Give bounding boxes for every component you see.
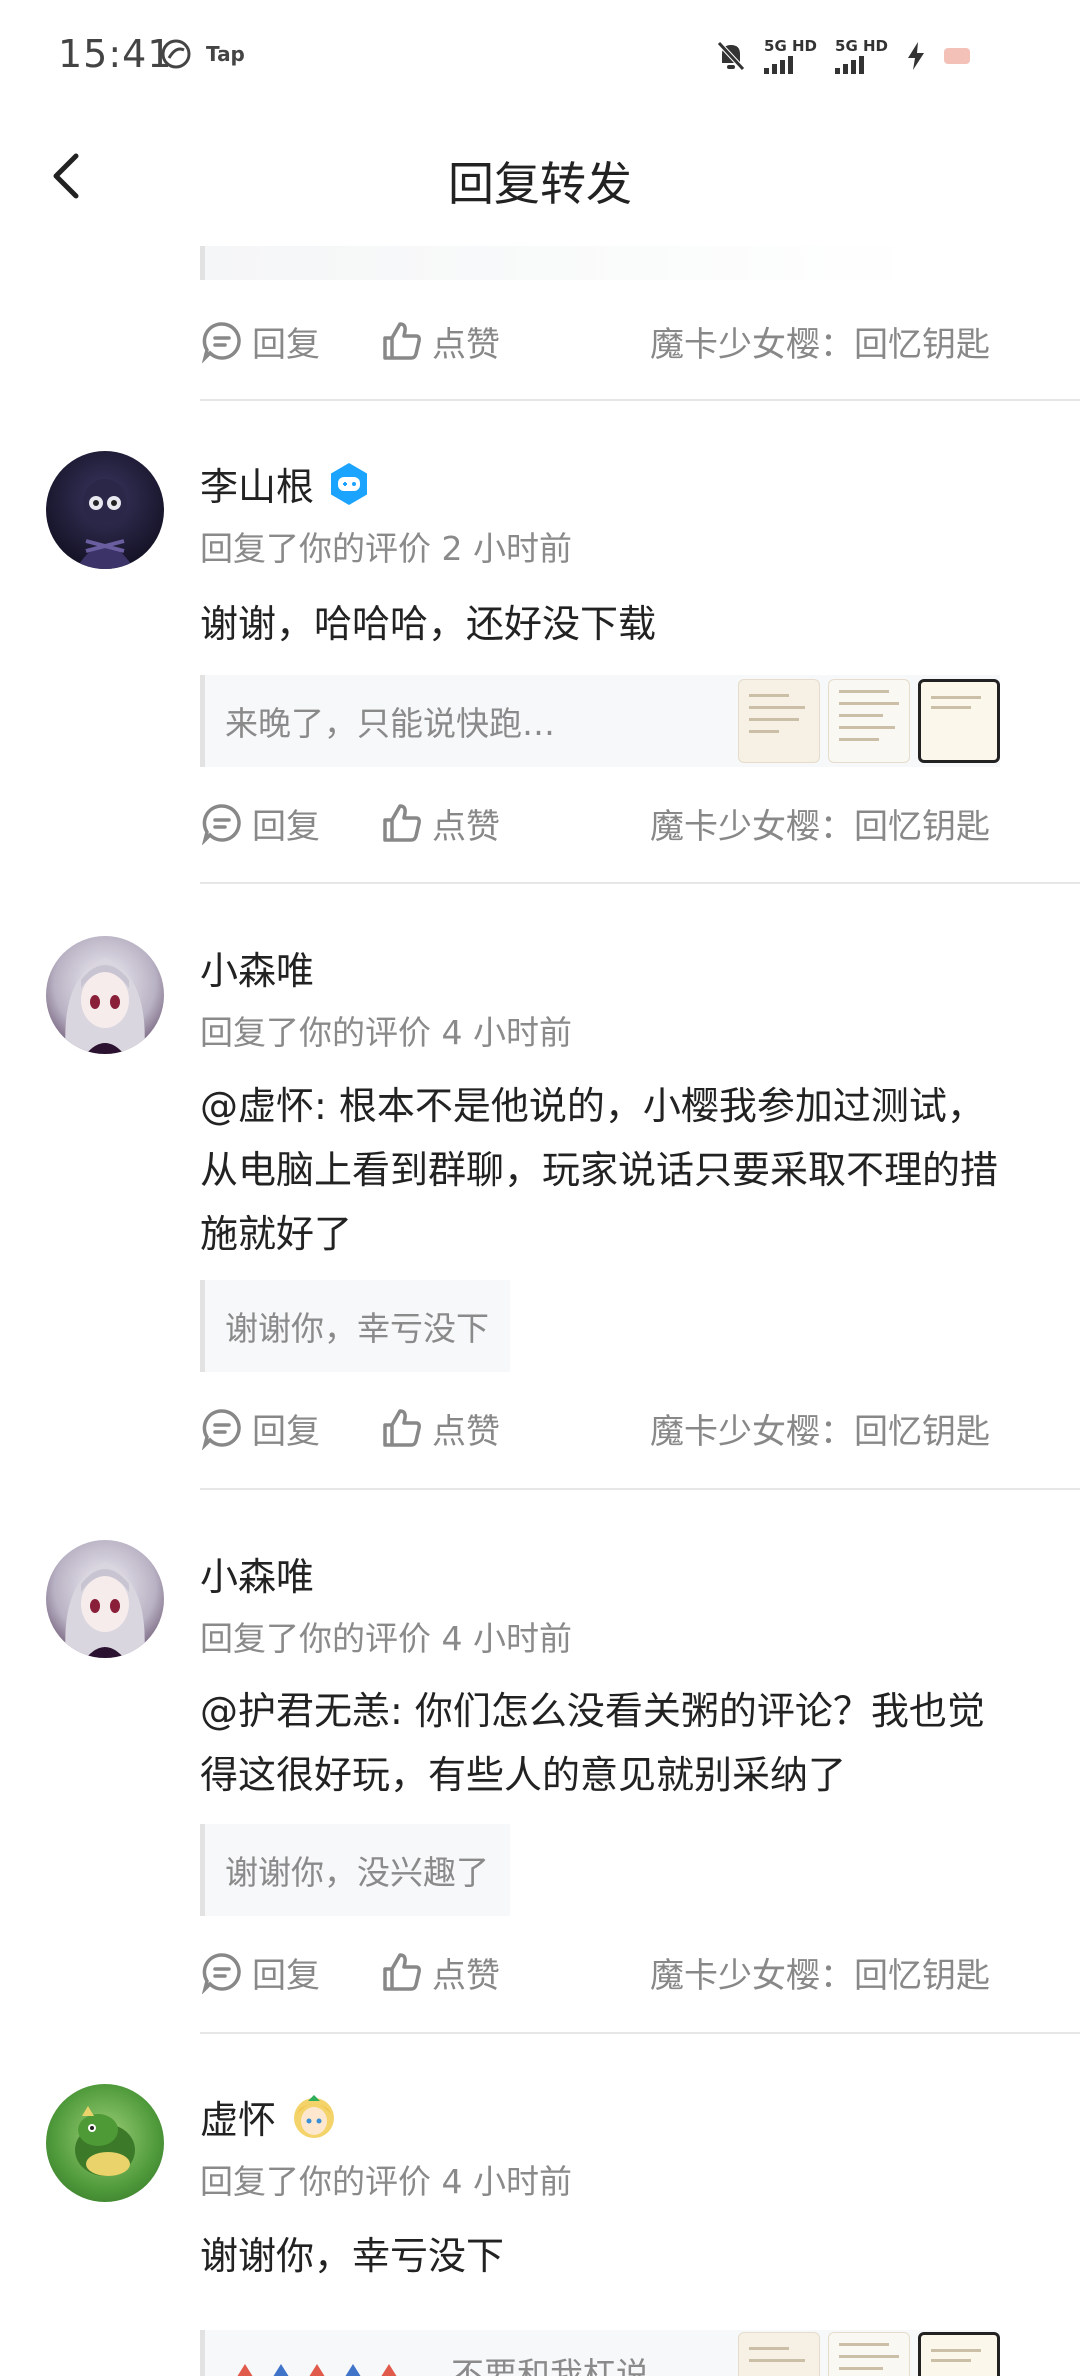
status-right-icons: 5G HD 5G HD	[716, 38, 970, 74]
username[interactable]: 小森唯	[200, 940, 314, 995]
thumbs-up-icon	[383, 804, 421, 842]
username-row: 虚怀	[200, 2089, 340, 2144]
thumbnail[interactable]	[828, 2332, 910, 2376]
username[interactable]: 小森唯	[200, 1546, 314, 1601]
quoted-review[interactable]: 谢谢你，没兴趣了	[200, 1824, 510, 1916]
reply-button[interactable]: 回复	[200, 317, 320, 366]
like-button[interactable]: 点赞	[380, 799, 500, 848]
thumbs-up-icon	[383, 1953, 421, 1991]
review-thumbnails	[738, 679, 1000, 763]
reply-label: 回复	[252, 324, 320, 365]
action-row: 回复 点赞 魔卡少女樱：回忆钥匙	[200, 1398, 1020, 1458]
reply-meta: 回复了你的评价 4 小时前	[200, 2162, 572, 2201]
quoted-review-text: 来晚了，只能说快跑…	[225, 704, 555, 743]
username[interactable]: 虚怀	[200, 2089, 276, 2144]
reply-text: @虚怀: 根本不是他说的，小樱我参加过测试，从电脑上看到群聊，玩家说话只要采取不…	[200, 1084, 999, 1256]
quoted-review-text: 不要和我杠说…	[451, 2355, 682, 2376]
username-row: 小森唯	[200, 1546, 314, 1601]
action-row: 回复 点赞 魔卡少女樱：回忆钥匙	[200, 1942, 1020, 2002]
like-label: 点赞	[432, 806, 500, 847]
like-label: 点赞	[432, 1411, 500, 1452]
avatar-figure-icon	[76, 479, 134, 569]
quoted-review-text: 谢谢你，没兴趣了	[225, 1853, 489, 1892]
avatar[interactable]	[46, 2084, 164, 2202]
thumbnail[interactable]	[738, 2332, 820, 2376]
avatar[interactable]	[46, 1540, 164, 1658]
quoted-review[interactable]: 谢谢你，幸亏没下	[200, 1280, 510, 1372]
character-avatar-badge-icon	[294, 2094, 335, 2138]
action-row: 回复 点赞 魔卡少女樱：回忆钥匙	[200, 793, 1020, 853]
like-button[interactable]: 点赞	[380, 1948, 500, 1997]
reply-meta: 回复了你的评价 4 小时前	[200, 1013, 572, 1052]
thumbnail[interactable]	[918, 679, 1000, 763]
game-link[interactable]: 魔卡少女樱：回忆钥匙	[650, 799, 990, 848]
signal-indicator-1: 5G HD	[764, 38, 817, 74]
reply-label: 回复	[252, 1955, 320, 1996]
avatar-dragon-icon	[75, 2106, 135, 2176]
status-left-icons: Tap	[160, 38, 245, 70]
quoted-review[interactable]: 来晚了，只能说快跑…	[200, 675, 1000, 767]
status-bar: 15:41 Tap 5G HD 5G HD	[0, 0, 1080, 110]
signal-indicator-2: 5G HD	[835, 38, 888, 74]
comment-icon	[201, 804, 241, 845]
quoted-review-text: 谢谢你，幸亏没下	[225, 1309, 489, 1348]
battery-icon	[944, 48, 970, 64]
quote-preview-partial[interactable]	[200, 246, 920, 280]
thumbnail[interactable]	[918, 2332, 1000, 2376]
divider	[200, 882, 1080, 884]
like-button[interactable]: 点赞	[380, 1404, 500, 1453]
review-thumbnails	[738, 2332, 1000, 2376]
top-nav: 回复转发	[0, 120, 1080, 230]
game-link[interactable]: 魔卡少女樱：回忆钥匙	[650, 1948, 990, 1997]
thumbs-up-icon	[383, 1409, 421, 1447]
username-row: 小森唯	[200, 940, 314, 995]
username-row: 李山根	[200, 456, 372, 511]
network-label: 5G HD	[764, 37, 818, 55]
thumbs-up-icon	[383, 322, 421, 360]
game-link[interactable]: 魔卡少女樱：回忆钥匙	[650, 1404, 990, 1453]
avatar[interactable]	[46, 451, 164, 569]
reply-button[interactable]: 回复	[200, 1404, 320, 1453]
tap-icon: Tap	[206, 42, 245, 66]
divider	[200, 399, 1080, 401]
reply-label: 回复	[252, 806, 320, 847]
mute-bell-icon	[717, 41, 745, 71]
network-label: 5G HD	[835, 37, 888, 55]
divider	[200, 1488, 1080, 1490]
page-title: 回复转发	[448, 157, 632, 211]
verified-gamer-badge-icon	[331, 462, 368, 505]
charging-icon	[908, 42, 924, 70]
reply-text: @护君无恙: 你们怎么没看关粥的评论？我也觉得这很好玩，有些人的意见就别采纳了	[200, 1689, 985, 1797]
username[interactable]: 李山根	[200, 456, 314, 511]
reply-meta: 回复了你的评价 4 小时前	[200, 1619, 572, 1658]
reply-label: 回复	[252, 1411, 320, 1452]
comment-icon	[201, 1953, 241, 1994]
thumbnail[interactable]	[828, 679, 910, 763]
status-time: 15:41	[58, 32, 173, 76]
thumbnail[interactable]	[738, 679, 820, 763]
like-label: 点赞	[432, 324, 500, 365]
reply-meta: 回复了你的评价 2 小时前	[200, 529, 572, 568]
reply-button[interactable]: 回复	[200, 799, 320, 848]
divider	[200, 2032, 1080, 2034]
like-button[interactable]: 点赞	[380, 317, 500, 366]
reply-button[interactable]: 回复	[200, 1948, 320, 1997]
avatar-anime-girl-icon	[65, 1562, 145, 1658]
reply-text: 谢谢，哈哈哈，还好没下载	[200, 602, 657, 646]
decorative-banner-icon	[237, 2364, 397, 2376]
reply-text: 谢谢你，幸亏没下	[200, 2234, 505, 2278]
action-row: 回复 点赞 魔卡少女樱：回忆钥匙	[200, 311, 1020, 371]
quoted-review[interactable]: 不要和我杠说…	[200, 2330, 1000, 2376]
avatar[interactable]	[46, 936, 164, 1054]
avatar-anime-girl-icon	[65, 958, 145, 1054]
comment-icon	[201, 322, 241, 363]
app-notification-icon	[161, 39, 191, 69]
like-label: 点赞	[432, 1955, 500, 1996]
comment-icon	[201, 1409, 241, 1450]
game-link[interactable]: 魔卡少女樱：回忆钥匙	[650, 317, 990, 366]
